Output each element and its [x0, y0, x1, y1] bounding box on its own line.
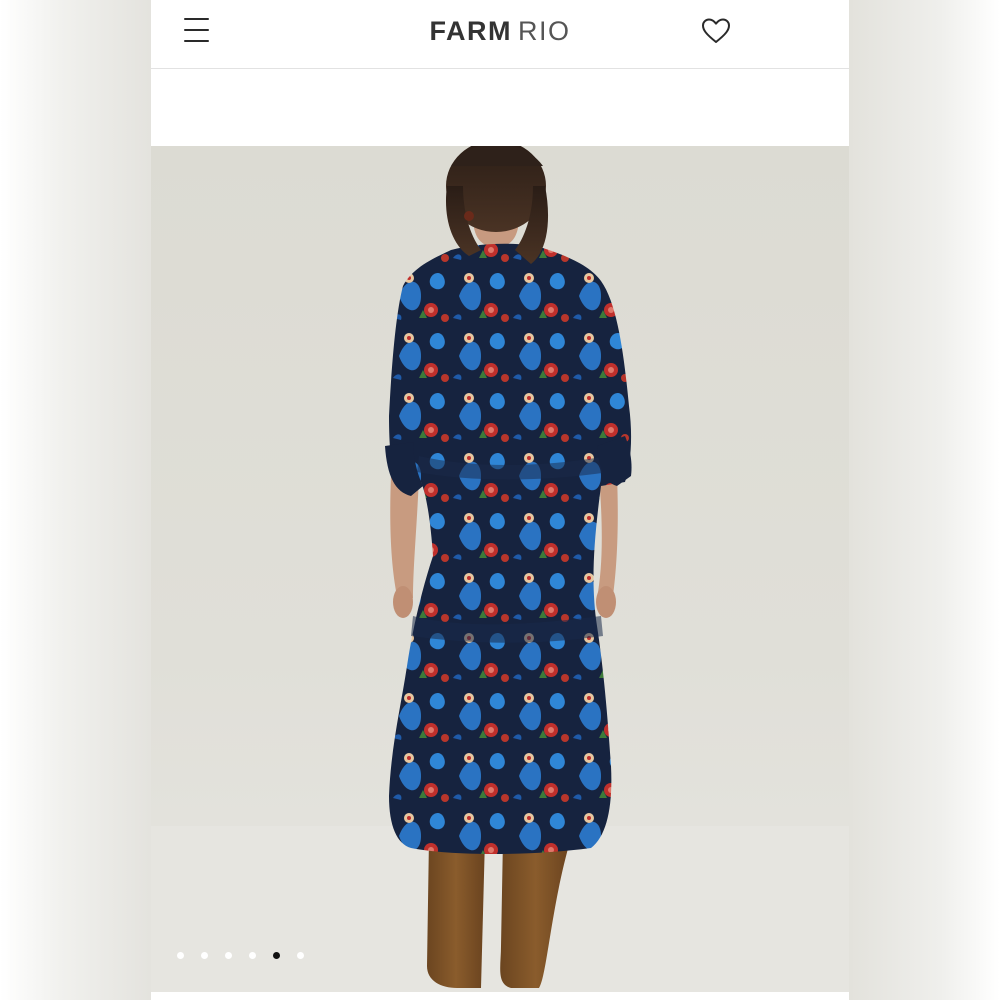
product-photo — [151, 146, 849, 992]
brand-name-secondary: RIO — [517, 16, 571, 46]
carousel-dot-5-active[interactable] — [273, 952, 280, 959]
product-page: FARM RIO — [151, 0, 849, 1000]
product-image[interactable] — [151, 146, 849, 992]
carousel-dot-2[interactable] — [201, 952, 208, 959]
header-spacer — [151, 69, 849, 145]
favorite-button[interactable] — [700, 16, 732, 46]
carousel-dot-4[interactable] — [249, 952, 256, 959]
brand-name-primary: FARM — [429, 16, 512, 46]
carousel-dot-6[interactable] — [297, 952, 304, 959]
brand-logo[interactable]: FARM RIO — [151, 16, 849, 46]
site-header: FARM RIO — [151, 0, 849, 69]
carousel-dot-1[interactable] — [177, 952, 184, 959]
carousel-dot-3[interactable] — [225, 952, 232, 959]
heart-outline-icon — [702, 18, 730, 43]
page-bottom-edge — [151, 992, 849, 1000]
